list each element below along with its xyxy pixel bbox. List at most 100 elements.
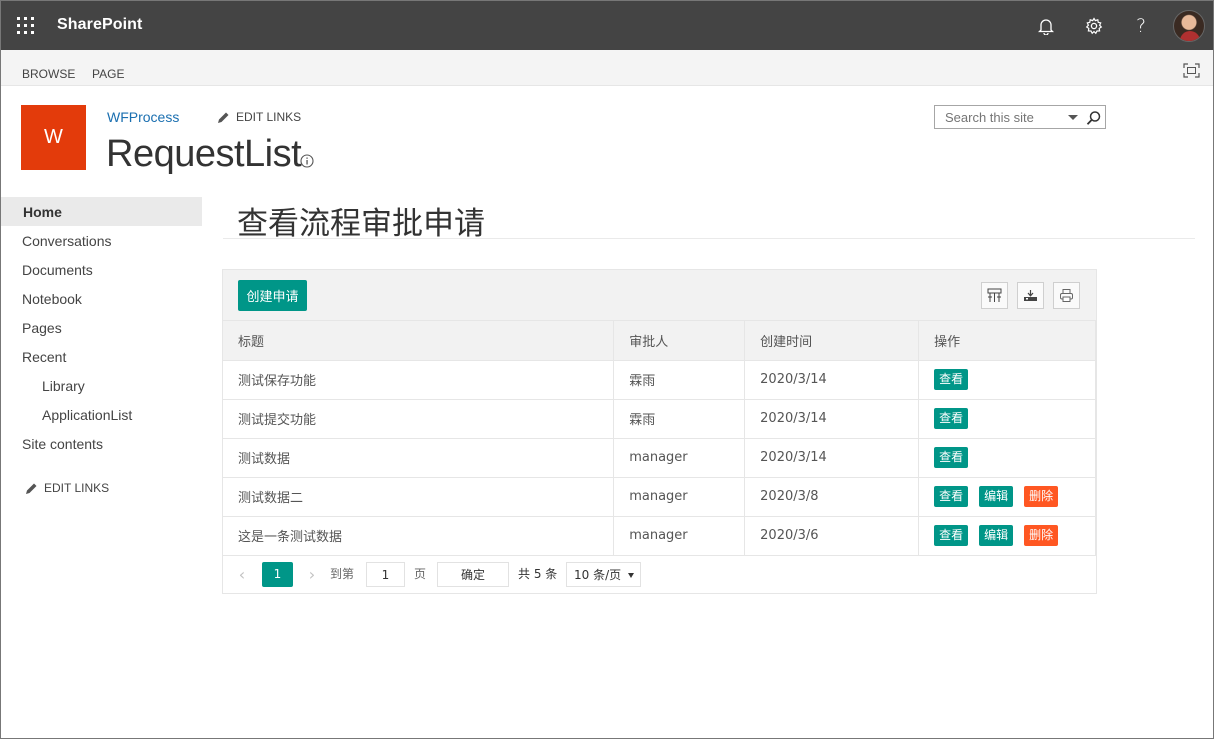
table-row: 这是一条测试数据 manager 2020/3/6 查看 编辑 删除 bbox=[223, 516, 1096, 556]
content-title: 查看流程审批申请 bbox=[237, 206, 485, 242]
request-table: 标题 审批人 创建时间 操作 测试保存功能 霖雨 2020/3/14 查看 测试提交功能… bbox=[223, 321, 1096, 556]
request-table-panel: 创建申请 标题 审批人 创建时间 操作 测试保存功能 霖雨 2020/3/14 查看测… bbox=[222, 269, 1097, 594]
view-button[interactable]: 查看 bbox=[934, 486, 969, 507]
edit-button[interactable]: 编辑 bbox=[979, 486, 1014, 507]
sidebar-item-label: Notebook bbox=[22, 291, 82, 307]
next-page-button[interactable]: › bbox=[305, 562, 319, 587]
search-scope-dropdown[interactable] bbox=[1068, 115, 1078, 120]
delete-button[interactable]: 删除 bbox=[1024, 525, 1059, 546]
page-title: RequestList bbox=[106, 133, 302, 175]
ribbon-tab-browse[interactable]: BROWSE bbox=[22, 67, 75, 81]
edit-links-nav-button[interactable]: EDIT LINKS bbox=[25, 481, 109, 495]
cell-actions: 查看 bbox=[918, 360, 1096, 400]
page-size-select[interactable]: 10 条/页 bbox=[566, 562, 641, 587]
sidebar-item-label: Site contents bbox=[22, 436, 103, 452]
goto-label: 到第 bbox=[330, 567, 355, 581]
sidebar-item-label: Home bbox=[23, 204, 62, 220]
cell-created: 2020/3/14 bbox=[744, 360, 920, 400]
sidebar-item-label: Documents bbox=[22, 262, 93, 278]
gear-icon[interactable] bbox=[1081, 13, 1107, 39]
site-logo[interactable]: W bbox=[21, 105, 86, 170]
table-toolbar: 创建申请 bbox=[223, 270, 1096, 321]
cell-actions: 查看 bbox=[918, 399, 1096, 439]
edit-button[interactable]: 编辑 bbox=[979, 525, 1014, 546]
table-row: 测试保存功能 霖雨 2020/3/14 查看 bbox=[223, 360, 1096, 400]
cell-approver: manager bbox=[613, 516, 746, 556]
page-number-input[interactable]: 1 bbox=[366, 562, 405, 587]
cell-title: 这是一条测试数据 bbox=[223, 516, 615, 556]
column-header-title[interactable]: 标题 bbox=[223, 321, 615, 361]
print-icon[interactable] bbox=[1053, 282, 1080, 309]
cell-created: 2020/3/14 bbox=[744, 399, 920, 439]
export-icon[interactable] bbox=[1017, 282, 1044, 309]
cell-approver: 霖雨 bbox=[613, 360, 746, 400]
sidebar-item-label: Recent bbox=[22, 349, 67, 365]
pencil-icon bbox=[26, 483, 37, 494]
table-row: 测试提交功能 霖雨 2020/3/14 查看 bbox=[223, 399, 1096, 439]
site-name-link[interactable]: WFProcess bbox=[107, 109, 179, 125]
suite-bar: SharePoint ? bbox=[1, 1, 1213, 50]
ribbon-tab-page[interactable]: PAGE bbox=[92, 67, 124, 81]
edit-links-top-button[interactable]: EDIT LINKS bbox=[217, 110, 301, 124]
sidebar-item-recent[interactable]: Recent bbox=[1, 342, 202, 371]
sidebar-item-label: ApplicationList bbox=[42, 407, 133, 423]
confirm-page-button[interactable]: 确定 bbox=[437, 562, 509, 587]
sidebar-item-label: Pages bbox=[22, 320, 62, 336]
cell-title: 测试保存功能 bbox=[223, 360, 615, 400]
pencil-icon bbox=[218, 112, 229, 123]
pagination: ‹ 1 › 到第 1 页 确定 共 5 条 10 条/页 bbox=[223, 555, 1096, 593]
avatar[interactable] bbox=[1173, 10, 1205, 42]
column-header-actions[interactable]: 操作 bbox=[918, 321, 1096, 361]
columns-filter-icon[interactable] bbox=[981, 282, 1008, 309]
create-request-button[interactable]: 创建申请 bbox=[238, 280, 307, 311]
cell-approver: manager bbox=[613, 438, 746, 478]
table-row: 测试数据二 manager 2020/3/8 查看 编辑 删除 bbox=[223, 477, 1096, 517]
cell-created: 2020/3/14 bbox=[744, 438, 920, 478]
ribbon: BROWSE PAGE bbox=[1, 50, 1213, 86]
edit-links-label: EDIT LINKS bbox=[44, 481, 110, 495]
help-icon[interactable]: ? bbox=[1128, 13, 1154, 39]
app-launcher-icon[interactable] bbox=[17, 17, 35, 35]
delete-button[interactable]: 删除 bbox=[1024, 486, 1059, 507]
sidebar-item-library[interactable]: Library bbox=[1, 371, 202, 400]
cell-actions: 查看 编辑 删除 bbox=[918, 477, 1096, 517]
column-header-approver[interactable]: 审批人 bbox=[613, 321, 746, 361]
prev-page-button[interactable]: ‹ bbox=[235, 562, 249, 587]
sidebar-item-label: Library bbox=[42, 378, 85, 394]
sidebar-item-site-contents[interactable]: Site contents bbox=[1, 429, 202, 458]
cell-title: 测试数据 bbox=[223, 438, 615, 478]
search-input[interactable] bbox=[935, 106, 1063, 128]
page-size-value: 10 条/页 bbox=[574, 568, 622, 582]
cell-approver: 霖雨 bbox=[613, 399, 746, 439]
edit-links-label: EDIT LINKS bbox=[236, 110, 302, 124]
sidebar-item-home[interactable]: Home bbox=[1, 197, 202, 226]
sidebar-item-conversations[interactable]: Conversations bbox=[1, 226, 202, 255]
cell-actions: 查看 bbox=[918, 438, 1096, 478]
site-search bbox=[934, 105, 1106, 129]
view-button[interactable]: 查看 bbox=[934, 525, 969, 546]
suite-brand[interactable]: SharePoint bbox=[57, 16, 142, 34]
cell-title: 测试提交功能 bbox=[223, 399, 615, 439]
cell-created: 2020/3/8 bbox=[744, 477, 920, 517]
table-row: 测试数据 manager 2020/3/14 查看 bbox=[223, 438, 1096, 478]
sidebar-item-notebook[interactable]: Notebook bbox=[1, 284, 202, 313]
cell-approver: manager bbox=[613, 477, 746, 517]
cell-created: 2020/3/6 bbox=[744, 516, 920, 556]
page-unit-label: 页 bbox=[414, 567, 427, 581]
view-button[interactable]: 查看 bbox=[934, 447, 969, 468]
divider bbox=[223, 238, 1195, 239]
bell-icon[interactable] bbox=[1033, 13, 1059, 39]
column-header-created[interactable]: 创建时间 bbox=[744, 321, 920, 361]
info-icon[interactable] bbox=[300, 154, 314, 168]
search-icon[interactable] bbox=[1086, 110, 1102, 126]
view-button[interactable]: 查看 bbox=[934, 369, 969, 390]
sidebar-item-pages[interactable]: Pages bbox=[1, 313, 202, 342]
cell-title: 测试数据二 bbox=[223, 477, 615, 517]
sidebar-item-applicationlist[interactable]: ApplicationList bbox=[1, 400, 202, 429]
table-header-row: 标题 审批人 创建时间 操作 bbox=[223, 321, 1096, 361]
focus-mode-icon[interactable] bbox=[1183, 63, 1200, 78]
view-button[interactable]: 查看 bbox=[934, 408, 969, 429]
cell-actions: 查看 编辑 删除 bbox=[918, 516, 1096, 556]
current-page-button[interactable]: 1 bbox=[262, 562, 293, 587]
sidebar-item-documents[interactable]: Documents bbox=[1, 255, 202, 284]
